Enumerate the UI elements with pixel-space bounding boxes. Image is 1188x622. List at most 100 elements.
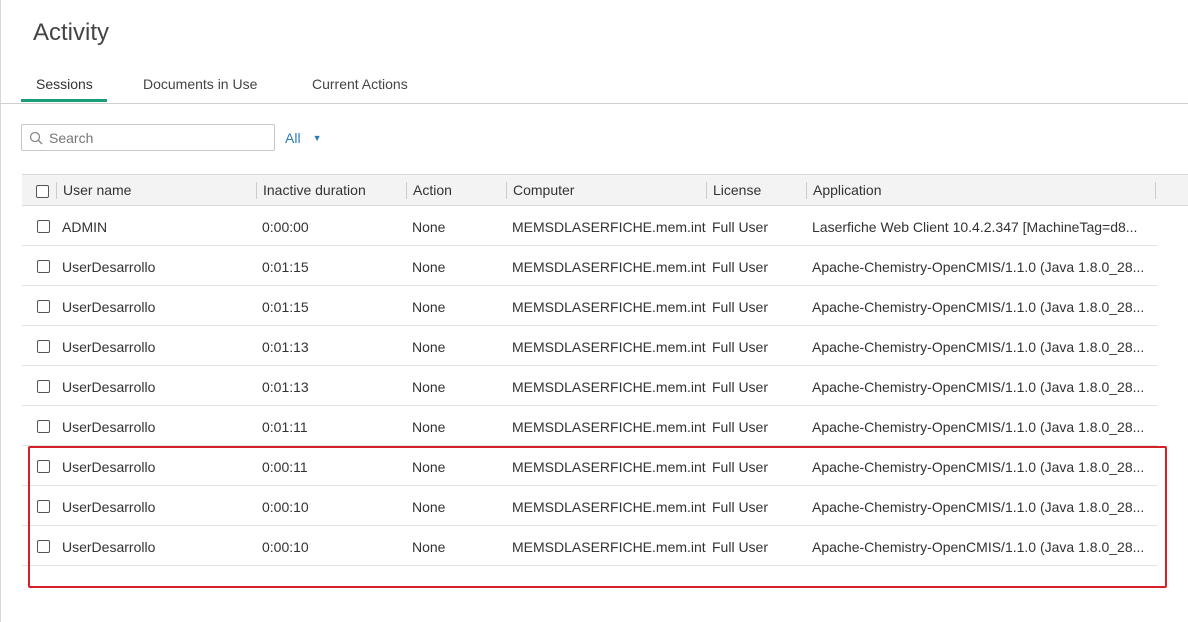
table-body: ADMIN 0:00:00 None MEMSDLASERFICHE.mem.i… — [22, 206, 1188, 566]
cell-computer: MEMSDLASERFICHE.mem.int — [512, 499, 706, 515]
cell-license: Full User — [712, 419, 769, 435]
column-separator — [806, 182, 807, 199]
cell-computer: MEMSDLASERFICHE.mem.int — [512, 539, 706, 555]
column-separator — [56, 182, 57, 199]
cell-computer: MEMSDLASERFICHE.mem.int — [512, 219, 706, 235]
cell-application: Laserfiche Web Client 10.4.2.347 [Machin… — [812, 219, 1138, 235]
table-row[interactable]: UserDesarrollo 0:00:10 None MEMSDLASERFI… — [22, 526, 1157, 566]
cell-computer: MEMSDLASERFICHE.mem.int — [512, 419, 706, 435]
table-row[interactable]: UserDesarrollo 0:01:13 None MEMSDLASERFI… — [22, 366, 1157, 406]
column-separator — [256, 182, 257, 199]
cell-computer: MEMSDLASERFICHE.mem.int — [512, 299, 706, 315]
row-checkbox[interactable] — [37, 260, 50, 273]
table-header: User name Inactive duration Action Compu… — [22, 174, 1188, 206]
column-header-computer[interactable]: Computer — [513, 182, 574, 198]
search-input[interactable] — [49, 127, 269, 148]
row-checkbox[interactable] — [37, 500, 50, 513]
column-header-inactive-duration[interactable]: Inactive duration — [263, 182, 366, 198]
column-header-action[interactable]: Action — [413, 182, 452, 198]
tab-bar: Sessions Documents in Use Current Action… — [0, 72, 1188, 104]
cell-inactive-duration: 0:01:13 — [262, 339, 309, 355]
row-checkbox[interactable] — [37, 340, 50, 353]
cell-inactive-duration: 0:01:11 — [262, 419, 308, 435]
cell-action: None — [412, 459, 446, 475]
cell-action: None — [412, 539, 446, 555]
row-checkbox[interactable] — [37, 540, 50, 553]
search-box[interactable] — [21, 124, 275, 151]
cell-application: Apache-Chemistry-OpenCMIS/1.1.0 (Java 1.… — [812, 499, 1145, 515]
cell-action: None — [412, 259, 446, 275]
cell-inactive-duration: 0:00:10 — [262, 499, 309, 515]
cell-user-name: UserDesarrollo — [62, 259, 156, 275]
cell-inactive-duration: 0:00:00 — [262, 219, 309, 235]
cell-action: None — [412, 339, 446, 355]
row-checkbox[interactable] — [37, 380, 50, 393]
cell-computer: MEMSDLASERFICHE.mem.int — [512, 339, 706, 355]
table-row[interactable]: UserDesarrollo 0:00:10 None MEMSDLASERFI… — [22, 486, 1157, 526]
cell-application: Apache-Chemistry-OpenCMIS/1.1.0 (Java 1.… — [812, 539, 1145, 555]
row-checkbox[interactable] — [37, 420, 50, 433]
cell-inactive-duration: 0:00:10 — [262, 539, 309, 555]
cell-action: None — [412, 299, 446, 315]
table-row[interactable]: UserDesarrollo 0:01:15 None MEMSDLASERFI… — [22, 286, 1157, 326]
cell-user-name: UserDesarrollo — [62, 379, 156, 395]
cell-application: Apache-Chemistry-OpenCMIS/1.1.0 (Java 1.… — [812, 339, 1145, 355]
tab-current-actions[interactable]: Current Actions — [312, 76, 408, 92]
cell-application: Apache-Chemistry-OpenCMIS/1.1.0 (Java 1.… — [812, 259, 1145, 275]
column-separator — [706, 182, 707, 199]
cell-license: Full User — [712, 499, 769, 515]
sessions-table: User name Inactive duration Action Compu… — [22, 174, 1188, 566]
cell-application: Apache-Chemistry-OpenCMIS/1.1.0 (Java 1.… — [812, 459, 1145, 475]
cell-user-name: UserDesarrollo — [62, 419, 156, 435]
cell-computer: MEMSDLASERFICHE.mem.int — [512, 259, 706, 275]
row-checkbox[interactable] — [37, 220, 50, 233]
table-row[interactable]: UserDesarrollo 0:01:15 None MEMSDLASERFI… — [22, 246, 1157, 286]
table-row[interactable]: ADMIN 0:00:00 None MEMSDLASERFICHE.mem.i… — [22, 206, 1157, 246]
cell-license: Full User — [712, 299, 769, 315]
row-checkbox[interactable] — [37, 460, 50, 473]
caret-down-icon: ▼ — [312, 133, 322, 143]
cell-action: None — [412, 499, 446, 515]
cell-action: None — [412, 379, 446, 395]
tab-sessions[interactable]: Sessions — [36, 76, 93, 92]
cell-user-name: UserDesarrollo — [62, 539, 156, 555]
column-separator — [506, 182, 507, 199]
tab-documents-in-use[interactable]: Documents in Use — [143, 76, 257, 92]
cell-user-name: UserDesarrollo — [62, 299, 156, 315]
row-checkbox[interactable] — [37, 300, 50, 313]
cell-license: Full User — [712, 379, 769, 395]
search-icon — [29, 131, 43, 145]
cell-license: Full User — [712, 339, 769, 355]
column-separator — [406, 182, 407, 199]
cell-computer: MEMSDLASERFICHE.mem.int — [512, 459, 706, 475]
cell-license: Full User — [712, 539, 769, 555]
cell-inactive-duration: 0:01:15 — [262, 259, 309, 275]
cell-application: Apache-Chemistry-OpenCMIS/1.1.0 (Java 1.… — [812, 299, 1145, 315]
cell-user-name: UserDesarrollo — [62, 339, 156, 355]
cell-license: Full User — [712, 459, 769, 475]
column-header-application[interactable]: Application — [813, 182, 882, 198]
cell-license: Full User — [712, 259, 769, 275]
cell-computer: MEMSDLASERFICHE.mem.int — [512, 379, 706, 395]
table-row[interactable]: UserDesarrollo 0:00:11 None MEMSDLASERFI… — [22, 446, 1157, 486]
cell-application: Apache-Chemistry-OpenCMIS/1.1.0 (Java 1.… — [812, 379, 1145, 395]
select-all-checkbox[interactable] — [36, 185, 49, 198]
cell-inactive-duration: 0:01:15 — [262, 299, 309, 315]
cell-inactive-duration: 0:00:11 — [262, 459, 308, 475]
active-tab-indicator — [21, 99, 107, 102]
cell-action: None — [412, 219, 446, 235]
cell-inactive-duration: 0:01:13 — [262, 379, 309, 395]
column-separator — [1155, 182, 1156, 199]
column-header-user-name[interactable]: User name — [63, 182, 131, 198]
cell-user-name: ADMIN — [62, 219, 108, 235]
table-row[interactable]: UserDesarrollo 0:01:13 None MEMSDLASERFI… — [22, 326, 1157, 366]
filter-label: All — [285, 130, 301, 146]
column-header-license[interactable]: License — [713, 182, 761, 198]
cell-user-name: UserDesarrollo — [62, 459, 156, 475]
cell-application: Apache-Chemistry-OpenCMIS/1.1.0 (Java 1.… — [812, 419, 1145, 435]
cell-user-name: UserDesarrollo — [62, 499, 156, 515]
cell-action: None — [412, 419, 446, 435]
filter-dropdown[interactable]: All ▼ — [285, 130, 321, 146]
page-title: Activity — [33, 19, 110, 46]
table-row[interactable]: UserDesarrollo 0:01:11 None MEMSDLASERFI… — [22, 406, 1157, 446]
